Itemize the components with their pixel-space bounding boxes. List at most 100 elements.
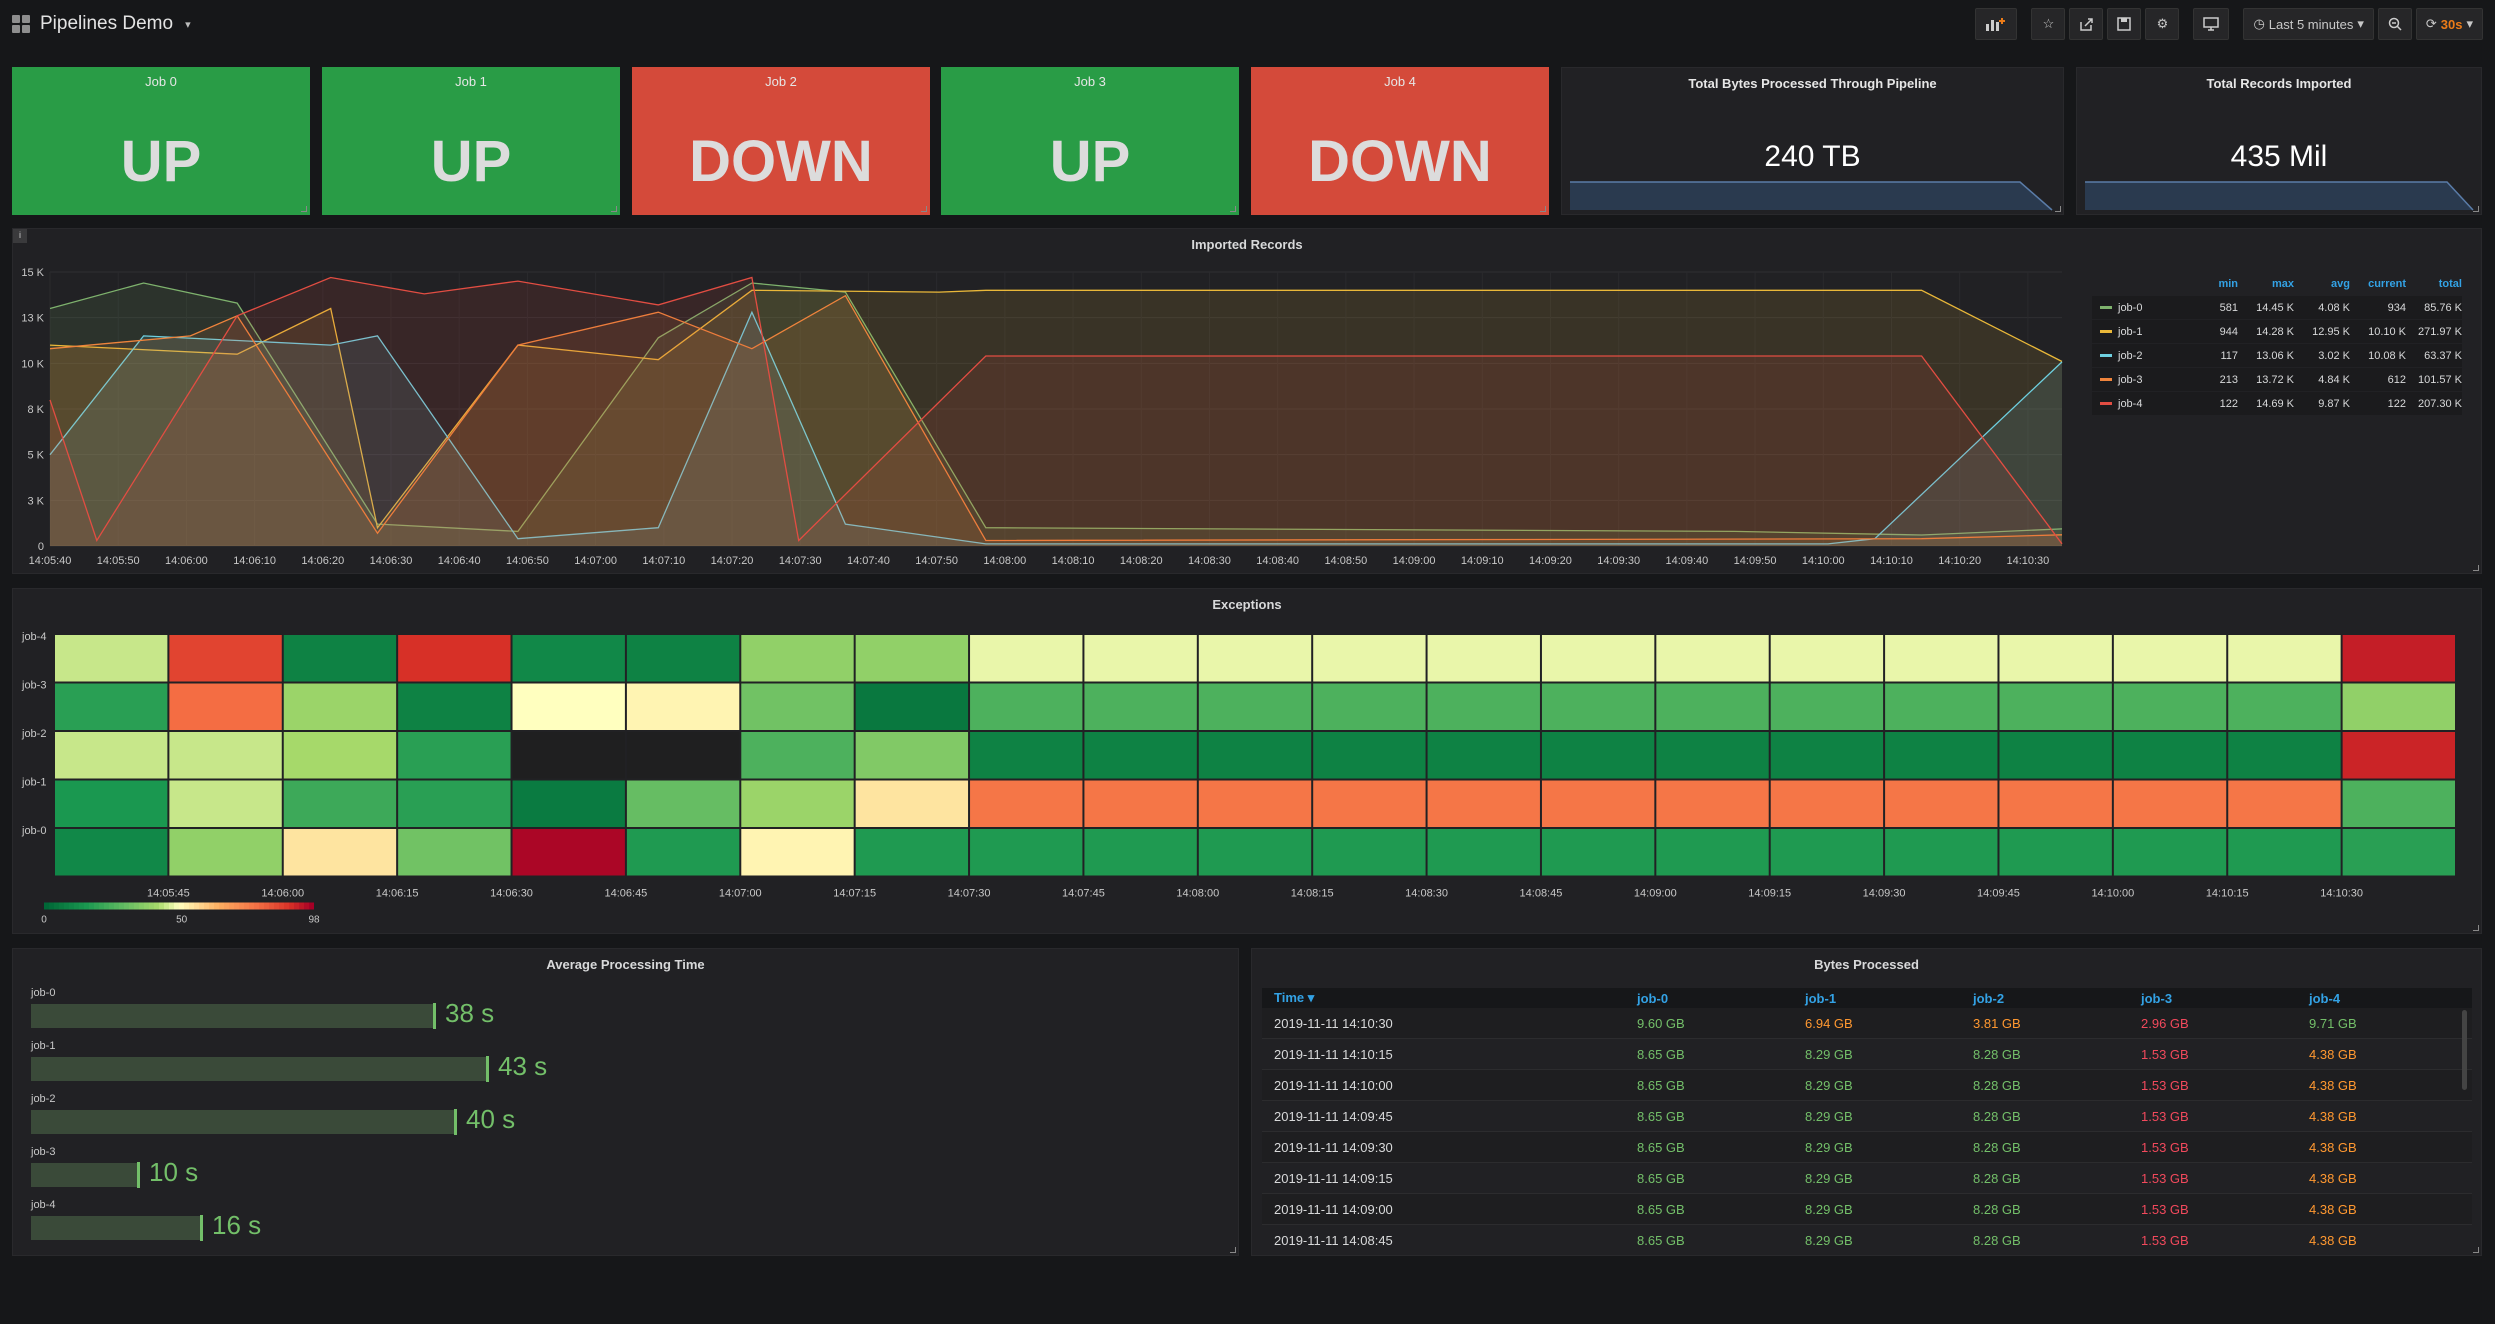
- heatmap-cell: [626, 635, 740, 682]
- heatmap-cell: [2113, 829, 2227, 876]
- legend-col-total[interactable]: total: [2406, 278, 2462, 290]
- refresh-interval[interactable]: 30s: [2441, 17, 2463, 32]
- legend-col-min[interactable]: min: [2182, 278, 2238, 290]
- refresh-button[interactable]: ⟳ 30s ▾: [2415, 8, 2483, 40]
- share-button[interactable]: [2069, 8, 2104, 40]
- legend-row-job-3[interactable]: job-3 213 13.72 K 4.84 K 612 101.57 K: [2092, 368, 2462, 392]
- total-records-panel[interactable]: Total Records Imported 435 Mil: [2076, 67, 2482, 215]
- legend-row-job-1[interactable]: job-1 944 14.28 K 12.95 K 10.10 K 271.97…: [2092, 320, 2462, 344]
- heatmap-y-label: job-2: [21, 728, 46, 740]
- series-name[interactable]: job-3: [2118, 374, 2142, 386]
- series-swatch[interactable]: [2100, 354, 2112, 357]
- legend-col-avg[interactable]: avg: [2294, 278, 2350, 290]
- heatmap-y-label: job-1: [21, 777, 46, 789]
- caret-down-icon: ▾: [2357, 16, 2364, 31]
- bar-fill: [31, 1216, 200, 1240]
- job-3-status-panel[interactable]: Job 3 UP: [941, 67, 1239, 215]
- series-swatch[interactable]: [2100, 402, 2112, 405]
- legend-col-max[interactable]: max: [2238, 278, 2294, 290]
- legend-row-job-4[interactable]: job-4 122 14.69 K 9.87 K 122 207.30 K: [2092, 392, 2462, 416]
- dashboard-title[interactable]: Pipelines Demo: [40, 13, 173, 35]
- legend-row-job-2[interactable]: job-2 117 13.06 K 3.02 K 10.08 K 63.37 K: [2092, 344, 2462, 368]
- save-button[interactable]: [2107, 8, 2142, 40]
- table-scrollbar[interactable]: [2462, 1010, 2467, 1090]
- resize-handle[interactable]: [2055, 206, 2061, 212]
- column-header-job-2[interactable]: job-2: [1963, 991, 2131, 1006]
- star-button[interactable]: ☆: [2031, 8, 2066, 40]
- legend-row-job-0[interactable]: job-0 581 14.45 K 4.08 K 934 85.76 K: [2092, 296, 2462, 320]
- cell-value: 8.29 GB: [1805, 1077, 1853, 1093]
- bar-fill: [31, 1110, 454, 1134]
- legend-gradient-step: [299, 902, 304, 910]
- job-2-status-panel[interactable]: Job 2 DOWN: [632, 67, 930, 215]
- heatmap-cell: [2113, 780, 2227, 827]
- resize-handle[interactable]: [1230, 206, 1236, 212]
- cell-value: 9.60 GB: [1637, 1015, 1685, 1031]
- column-header-job-0[interactable]: job-0: [1627, 991, 1795, 1006]
- heatmap-legend-label: 0: [41, 915, 47, 926]
- series-name[interactable]: job-2: [2118, 350, 2142, 362]
- y-tick-label: 3 K: [27, 495, 44, 507]
- job-0-status-panel[interactable]: Job 0 UP: [12, 67, 310, 215]
- resize-handle[interactable]: [2473, 1247, 2479, 1253]
- legend-gradient-step: [194, 902, 199, 910]
- x-tick-label: 14:07:20: [711, 555, 754, 567]
- add-panel-button[interactable]: [1975, 8, 2018, 40]
- resize-handle[interactable]: [1230, 1247, 1236, 1253]
- legend-gradient-step: [304, 902, 309, 910]
- resize-handle[interactable]: [2473, 206, 2479, 212]
- heatmap-cell: [55, 829, 168, 876]
- legend-col-current[interactable]: current: [2350, 278, 2406, 290]
- legend-max: 14.28 K: [2256, 325, 2294, 338]
- resize-handle[interactable]: [2473, 565, 2479, 571]
- heatmap-cell: [512, 829, 625, 876]
- series-swatch[interactable]: [2100, 306, 2112, 309]
- avg-processing-time-panel[interactable]: Average Processing Time job-0 38 s job-1 43…: [12, 948, 1239, 1256]
- series-name[interactable]: job-4: [2118, 398, 2142, 410]
- table-row: 2019-11-11 14:10:30 9.60 GB 6.94 GB 3.81 GB…: [1262, 1008, 2472, 1039]
- legend-total: 85.76 K: [2424, 301, 2462, 314]
- legend-gradient-step: [254, 902, 259, 910]
- legend-avg: 9.87 K: [2318, 397, 2350, 410]
- heatmap-cell: [1198, 635, 1312, 682]
- series-name[interactable]: job-0: [2118, 302, 2142, 314]
- heatmap-cell: [1198, 780, 1312, 827]
- heatmap-cell: [1999, 829, 2112, 876]
- table-row: 2019-11-11 14:09:15 8.65 GB 8.29 GB 8.28 GB…: [1262, 1163, 2472, 1194]
- settings-button[interactable]: ⚙: [2145, 8, 2180, 40]
- add-panel-icon: [1986, 18, 2006, 31]
- heatmap-cell: [1770, 829, 1884, 876]
- dashboard-picker[interactable]: Pipelines Demo ▾: [12, 10, 191, 38]
- total-bytes-panel[interactable]: Total Bytes Processed Through Pipeline 2…: [1561, 67, 2064, 215]
- resize-handle[interactable]: [301, 206, 307, 212]
- series-swatch[interactable]: [2100, 378, 2112, 381]
- heatmap-cell: [855, 829, 969, 876]
- cell-time: 2019-11-11 14:09:30: [1274, 1139, 1393, 1155]
- job-1-status-panel[interactable]: Job 1 UP: [322, 67, 620, 215]
- heatmap-cell: [398, 780, 511, 827]
- resize-handle[interactable]: [611, 206, 617, 212]
- series-name[interactable]: job-1: [2118, 326, 2142, 338]
- heatmap-x-label: 14:09:30: [1863, 888, 1906, 900]
- column-header-job-4[interactable]: job-4: [2299, 991, 2467, 1006]
- tv-mode-button[interactable]: [2193, 8, 2230, 40]
- resize-handle[interactable]: [1540, 206, 1546, 212]
- cell-value: 8.29 GB: [1805, 1201, 1853, 1217]
- column-header-job-1[interactable]: job-1: [1795, 991, 1963, 1006]
- column-header-job-3[interactable]: job-3: [2131, 991, 2299, 1006]
- legend-current: 10.10 K: [2368, 325, 2406, 338]
- legend-gradient-step: [279, 902, 284, 910]
- series-swatch[interactable]: [2100, 330, 2112, 333]
- heatmap-cell: [1198, 829, 1312, 876]
- x-tick-label: 14:10:10: [1870, 555, 1913, 567]
- resize-handle[interactable]: [921, 206, 927, 212]
- time-picker-button[interactable]: ◷ Last 5 minutes ▾: [2243, 8, 2374, 40]
- column-header-time[interactable]: Time ▾: [1262, 990, 1627, 1006]
- legend-current: 612: [2387, 373, 2406, 386]
- legend-gradient-step: [149, 902, 154, 910]
- legend-min: 122: [2219, 397, 2238, 410]
- heatmap-cell: [2342, 635, 2455, 682]
- caret-down-icon: ▾: [2466, 16, 2473, 31]
- zoom-out-button[interactable]: [2377, 8, 2412, 40]
- job-4-status-panel[interactable]: Job 4 DOWN: [1251, 67, 1549, 215]
